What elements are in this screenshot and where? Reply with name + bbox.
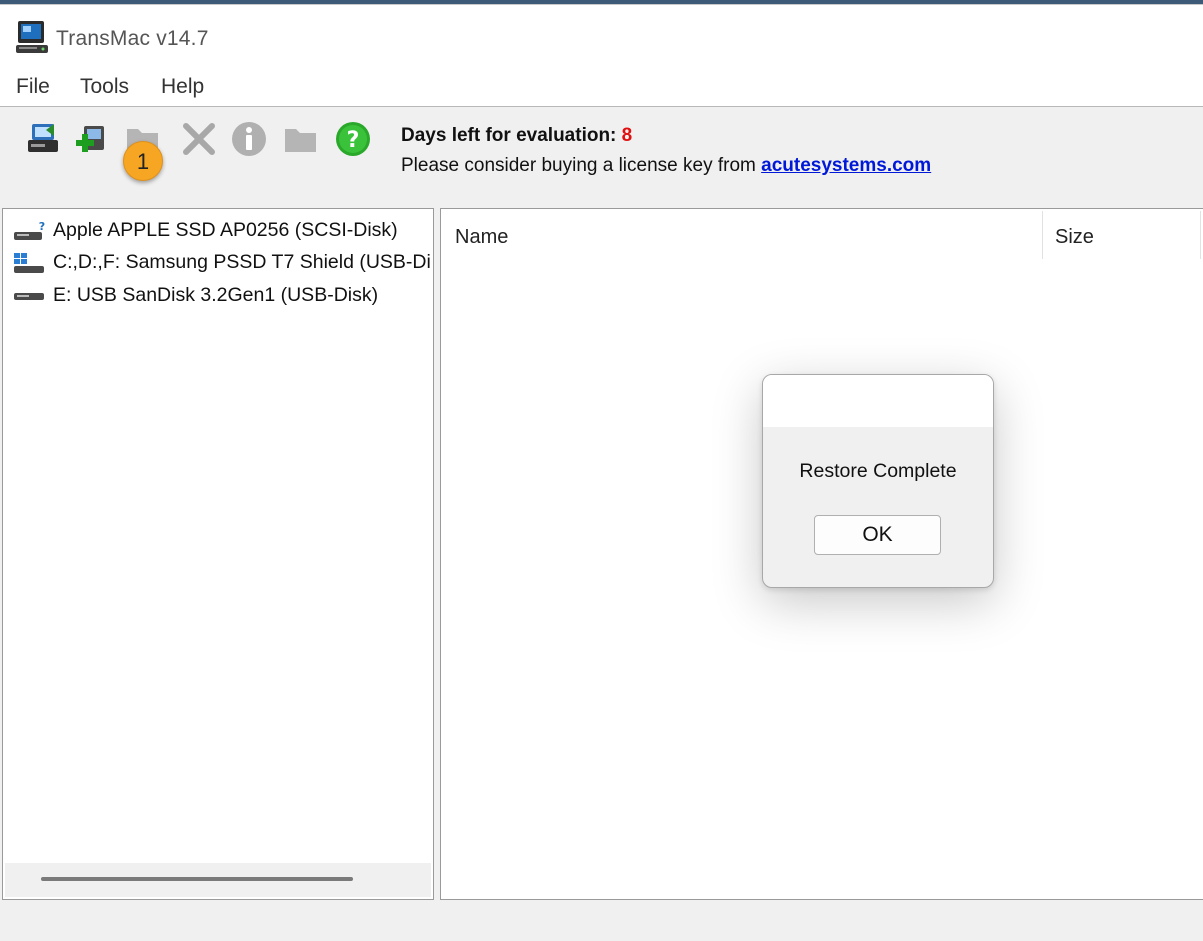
dialog-message: Restore Complete bbox=[799, 460, 957, 482]
evaluation-days: Days left for evaluation: 8 bbox=[401, 125, 632, 147]
delete-icon bbox=[183, 123, 215, 155]
column-header-name[interactable]: Name bbox=[455, 209, 508, 261]
menu-bar: File Tools Help bbox=[0, 67, 1203, 107]
usb-disk-icon bbox=[14, 293, 44, 300]
menu-tools[interactable]: Tools bbox=[80, 75, 129, 99]
scrollbar-thumb[interactable] bbox=[41, 877, 353, 881]
open-disk-icon bbox=[28, 124, 58, 152]
evaluation-days-label: Days left for evaluation: bbox=[401, 125, 617, 146]
new-folder-button[interactable] bbox=[282, 120, 320, 158]
license-notice: Please consider buying a license key fro… bbox=[401, 155, 931, 177]
add-disk-button[interactable] bbox=[74, 120, 112, 158]
window-title: TransMac v14.7 bbox=[56, 27, 209, 50]
menu-help[interactable]: Help bbox=[161, 75, 204, 99]
license-link[interactable]: acutesystems.com bbox=[761, 155, 931, 176]
restore-complete-dialog: Restore Complete OK bbox=[762, 374, 994, 588]
disk-label: Apple APPLE SSD AP0256 (SCSI-Disk) bbox=[53, 219, 398, 241]
help-button[interactable]: ? bbox=[334, 120, 372, 158]
disk-item-apple-ssd[interactable]: ? Apple APPLE SSD AP0256 (SCSI-Disk) bbox=[11, 216, 431, 246]
svg-text:?: ? bbox=[347, 128, 360, 153]
disk-item-samsung-pssd[interactable]: C:,D:,F: Samsung PSSD T7 Shield (USB-Dis… bbox=[11, 248, 431, 278]
disk-tree-pane[interactable]: ? Apple APPLE SSD AP0256 (SCSI-Disk) C:,… bbox=[2, 208, 434, 900]
title-bar: TransMac v14.7 bbox=[0, 5, 1203, 67]
status-bar bbox=[0, 902, 1203, 941]
open-disk-button[interactable] bbox=[26, 120, 64, 158]
step-badge: 1 bbox=[123, 141, 163, 181]
delete-button[interactable] bbox=[180, 120, 218, 158]
help-icon: ? bbox=[336, 122, 370, 156]
horizontal-scrollbar[interactable] bbox=[5, 863, 431, 897]
new-folder-icon bbox=[285, 129, 316, 152]
info-icon bbox=[232, 122, 266, 156]
info-button[interactable] bbox=[230, 120, 268, 158]
license-text: Please consider buying a license key fro… bbox=[401, 155, 756, 176]
disk-label: E: USB SanDisk 3.2Gen1 (USB-Disk) bbox=[53, 284, 379, 306]
dialog-title-bar[interactable] bbox=[763, 375, 993, 427]
column-separator[interactable] bbox=[1042, 211, 1043, 259]
app-computer-icon bbox=[16, 21, 48, 53]
mac-disk-icon: ? bbox=[14, 220, 45, 240]
disk-label: C:,D:,F: Samsung PSSD T7 Shield (USB-Dis… bbox=[53, 251, 431, 273]
evaluation-days-value: 8 bbox=[621, 125, 633, 146]
column-separator[interactable] bbox=[1200, 211, 1201, 259]
transmac-window: TransMac v14.7 File Tools Help ? 1 Days … bbox=[0, 4, 1203, 941]
disk-item-sandisk-usb[interactable]: E: USB SanDisk 3.2Gen1 (USB-Disk) bbox=[11, 281, 431, 311]
windows-disk-icon bbox=[14, 253, 44, 273]
menu-file[interactable]: File bbox=[16, 75, 50, 99]
ok-button[interactable]: OK bbox=[814, 515, 941, 555]
add-disk-icon bbox=[76, 126, 104, 152]
svg-text:?: ? bbox=[39, 220, 45, 233]
column-header-size[interactable]: Size bbox=[1055, 209, 1094, 261]
